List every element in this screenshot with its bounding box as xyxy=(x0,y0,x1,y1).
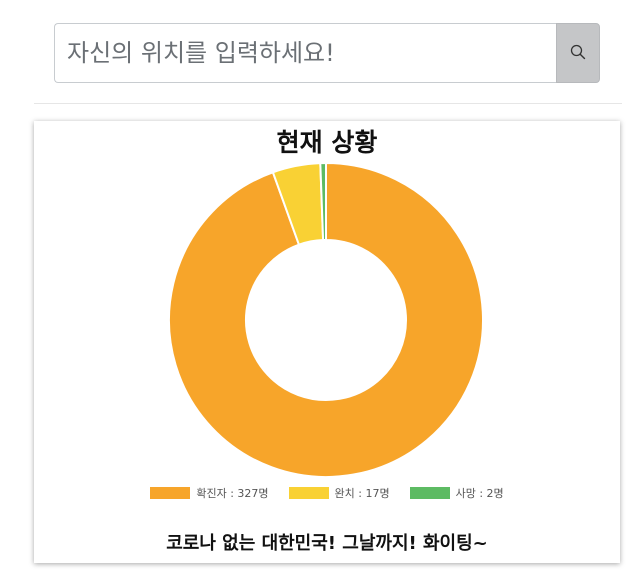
footer-message: 코로나 없는 대한민국! 그날까지! 화이팅~ xyxy=(166,533,488,554)
donut-chart xyxy=(168,161,484,478)
legend-swatch xyxy=(150,487,191,499)
legend-swatch xyxy=(288,487,329,499)
legend-item[interactable]: 확진자 : 327명 xyxy=(150,485,269,501)
search-input[interactable] xyxy=(54,23,556,83)
chart-legend: 확진자 : 327명 완치 : 17명 사망 : 2명 xyxy=(34,485,620,501)
search-icon xyxy=(570,44,586,63)
legend-item[interactable]: 완치 : 17명 xyxy=(288,485,390,501)
legend-swatch xyxy=(409,487,450,499)
legend-label: 사망 : 2명 xyxy=(455,487,504,500)
legend-label: 완치 : 17명 xyxy=(334,487,390,500)
divider xyxy=(34,103,622,104)
legend-item[interactable]: 사망 : 2명 xyxy=(409,485,504,501)
search-button[interactable] xyxy=(556,23,600,83)
search-bar xyxy=(54,23,600,83)
legend-label: 확진자 : 327명 xyxy=(196,487,269,500)
status-card: 현재 상황 확진자 : 327명 완치 : 17명 사망 : 2명 코로나 없는 대… xyxy=(34,121,620,563)
